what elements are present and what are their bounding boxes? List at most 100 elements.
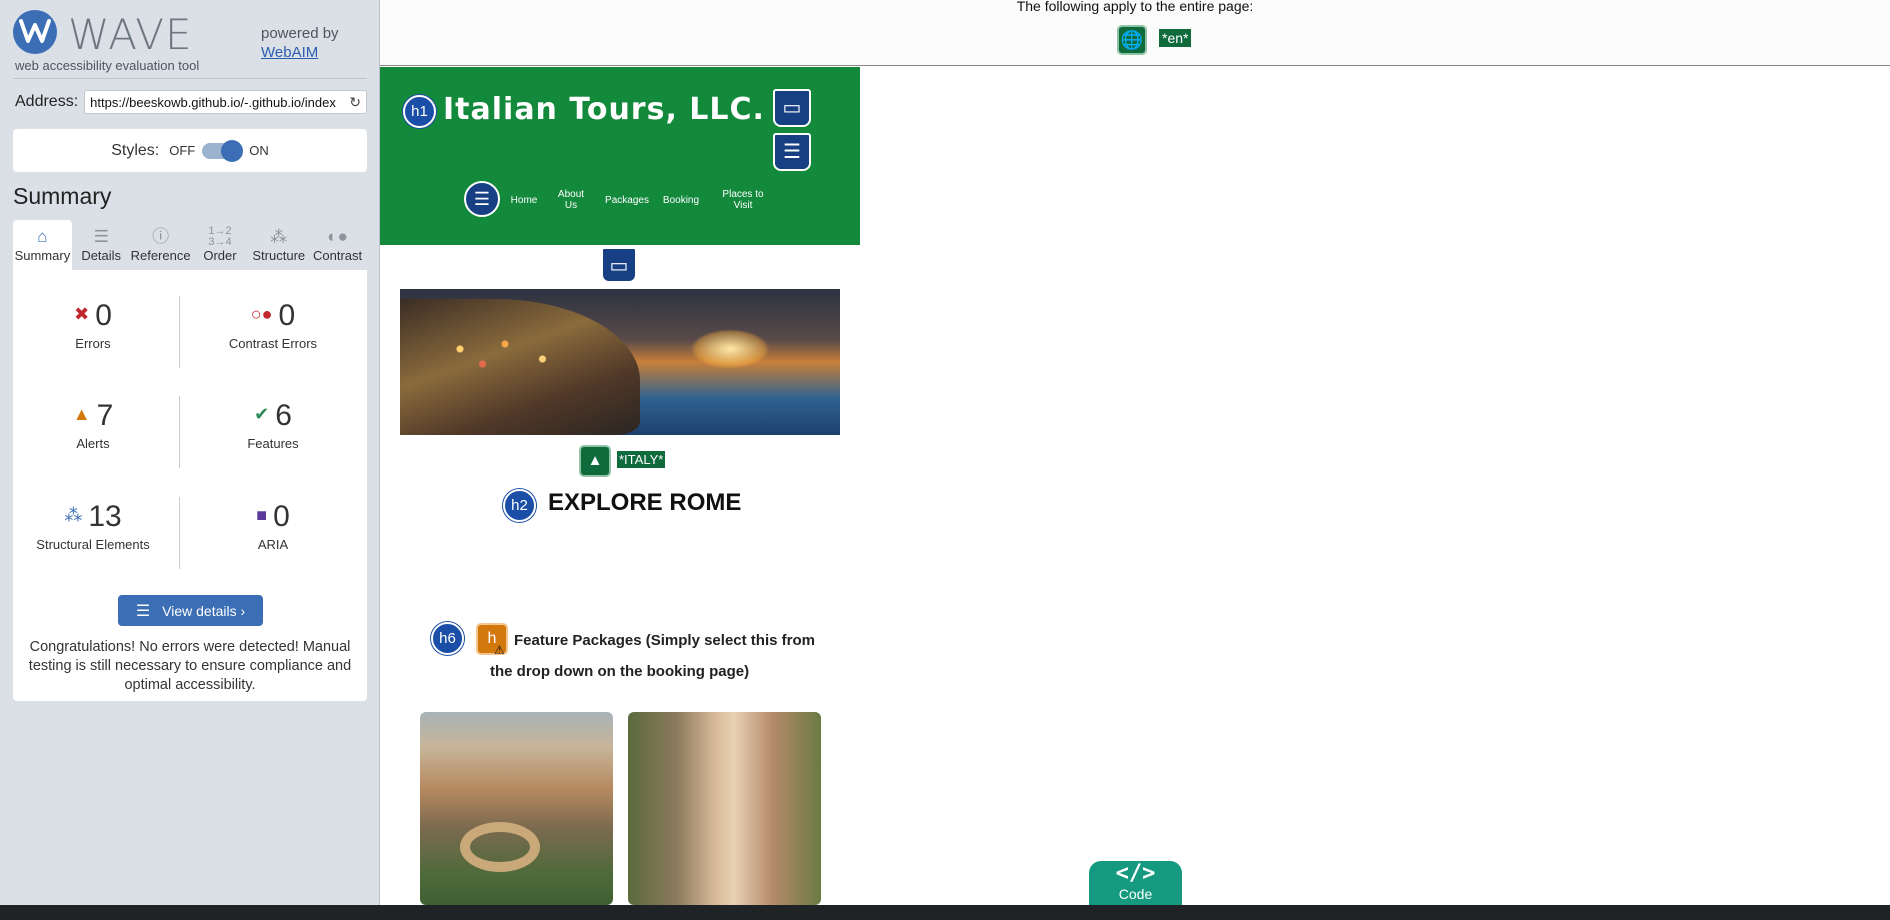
tab-order[interactable]: 1→2 3→4 Order	[191, 220, 250, 270]
code-button-label: Code	[1118, 886, 1153, 902]
colosseum-image[interactable]	[420, 712, 613, 905]
home-icon: ⌂	[37, 227, 48, 246]
list-icon: ☰	[93, 227, 109, 246]
nav-link-places[interactable]: Places to Visit	[714, 189, 772, 211]
view-details-label: View details ›	[162, 602, 246, 619]
alerts-label: Alerts	[76, 436, 110, 451]
h2-badge-icon[interactable]: h2	[503, 489, 536, 522]
address-input[interactable]: https://beeskowb.github.io/-.github.io/i…	[84, 90, 367, 114]
divider	[179, 497, 180, 569]
language-globe-icon[interactable]: 🌐	[1117, 25, 1147, 55]
feature-check-icon: ✔	[254, 404, 270, 424]
tab-label: Order	[203, 248, 237, 263]
styles-toggle[interactable]	[202, 139, 244, 162]
tab-details[interactable]: ☰ Details	[72, 220, 131, 270]
language-badge: *en*	[1159, 29, 1192, 47]
summary-panel: ✖ 0 Errors ○● 0 Contrast Errors ▲ 7 Alerts …	[13, 270, 367, 701]
errors-count: 0	[95, 299, 112, 332]
stat-alerts[interactable]: ▲ 7 Alerts	[13, 396, 173, 451]
toggle-knob	[221, 139, 244, 162]
features-label: Features	[247, 436, 299, 451]
panel-tabs: ⌂ Summary ☰ Details ⓘ Reference 1→2 3→4 Order…	[13, 220, 367, 270]
styles-label: Styles:	[111, 141, 160, 159]
info-icon: ⓘ	[152, 227, 170, 246]
h6-badge-icon[interactable]: h6	[431, 622, 464, 655]
os-taskbar	[0, 905, 1890, 920]
congrats-message: Congratulations! No errors were detected…	[28, 639, 352, 693]
aria-icon: ■	[256, 505, 268, 525]
powered-by-label: powered by	[261, 25, 339, 42]
aria-label: ARIA	[257, 537, 289, 552]
address-label: Address:	[15, 93, 79, 110]
village-lights	[430, 329, 580, 379]
webaim-link[interactable]: WebAIM	[261, 44, 318, 61]
address-bar: Address: https://beeskowb.github.io/-.gi…	[15, 90, 367, 114]
view-details-button[interactable]: ☰ View details ›	[118, 595, 263, 626]
errors-label: Errors	[75, 336, 111, 351]
powered-by: powered by WebAIM	[261, 24, 339, 62]
tab-label: Structure	[252, 248, 306, 263]
wave-tagline: web accessibility evaluation tool	[15, 58, 200, 73]
sunset-glow	[690, 329, 770, 369]
image-alt-icon[interactable]: ▲	[579, 445, 611, 477]
nav-link-about[interactable]: About Us	[551, 189, 591, 211]
wave-brand: WAVE	[68, 10, 193, 59]
header-region-icon[interactable]: ▭	[773, 89, 811, 127]
main-region-icon[interactable]: ▭	[601, 247, 637, 283]
order-icon: 1→2 3→4	[208, 225, 232, 248]
nav-link-booking[interactable]: Booking	[660, 195, 702, 206]
tab-reference[interactable]: ⓘ Reference	[131, 220, 191, 270]
address-value: https://beeskowb.github.io/-.github.io/i…	[90, 95, 336, 110]
tab-label: Summary	[14, 248, 71, 263]
styles-toggle-box: Styles: OFF ON	[13, 129, 367, 172]
wave-sidebar: WAVE web accessibility evaluation tool p…	[0, 0, 380, 905]
tab-structure[interactable]: ⁂ Structure	[249, 220, 308, 270]
page-level-annotations: The following apply to the entire page: …	[380, 0, 1890, 66]
stat-aria[interactable]: ■ 0 ARIA	[193, 497, 353, 552]
rome-alley-image[interactable]	[628, 712, 821, 905]
tab-label: Details	[81, 248, 122, 263]
code-button[interactable]: </> Code	[1089, 861, 1182, 905]
alt-text-badge: *ITALY*	[617, 451, 666, 468]
site-title: Italian Tours, LLC.	[443, 92, 765, 127]
nav-link-home[interactable]: Home	[508, 195, 540, 206]
wave-logo-icon	[13, 10, 57, 54]
list-icon: ☰	[135, 602, 151, 620]
alerts-count: 7	[96, 399, 114, 432]
hero-image-cinque-terre	[400, 289, 840, 435]
divider	[13, 78, 367, 79]
structure-icon: ⁂	[64, 505, 83, 525]
code-icon: </>	[1115, 861, 1156, 886]
contrast-error-icon: ○●	[250, 304, 273, 324]
error-icon: ✖	[74, 304, 90, 324]
nav-link-packages[interactable]: Packages	[601, 195, 653, 206]
divider	[179, 296, 180, 368]
structure-icon: ⁂	[270, 227, 288, 246]
styles-off-label: OFF	[169, 143, 196, 158]
stat-contrast-errors[interactable]: ○● 0 Contrast Errors	[193, 296, 353, 351]
structural-label: Structural Elements	[36, 537, 150, 552]
structural-count: 13	[88, 500, 122, 533]
styles-on-label: ON	[249, 143, 269, 158]
stat-features[interactable]: ✔ 6 Features	[193, 396, 353, 451]
stat-errors[interactable]: ✖ 0 Errors	[13, 296, 173, 351]
contrast-errors-label: Contrast Errors	[228, 336, 318, 351]
navigation-region-icon[interactable]: ☰	[773, 133, 811, 171]
tab-label: Reference	[130, 248, 191, 263]
tab-summary[interactable]: ⌂ Summary	[13, 220, 72, 270]
h1-badge-icon[interactable]: h1	[403, 95, 436, 128]
page-level-note: The following apply to the entire page:	[1016, 0, 1254, 14]
refresh-icon[interactable]: ↻	[349, 94, 361, 111]
nav-list-icon[interactable]: ☰	[464, 181, 500, 217]
feature-packages-heading: Feature Packages (Simply select this fro…	[490, 632, 815, 680]
summary-title: Summary	[13, 183, 112, 209]
explore-heading: EXPLORE ROME	[548, 489, 742, 516]
divider	[179, 396, 180, 468]
stat-structural[interactable]: ⁂ 13 Structural Elements	[13, 497, 173, 552]
contrast-errors-count: 0	[278, 299, 296, 332]
contrast-icon: ◐●	[327, 227, 348, 246]
tab-contrast[interactable]: ◐● Contrast	[308, 220, 367, 270]
features-count: 6	[275, 399, 292, 432]
tab-label: Contrast	[313, 248, 363, 263]
aria-count: 0	[273, 500, 290, 533]
